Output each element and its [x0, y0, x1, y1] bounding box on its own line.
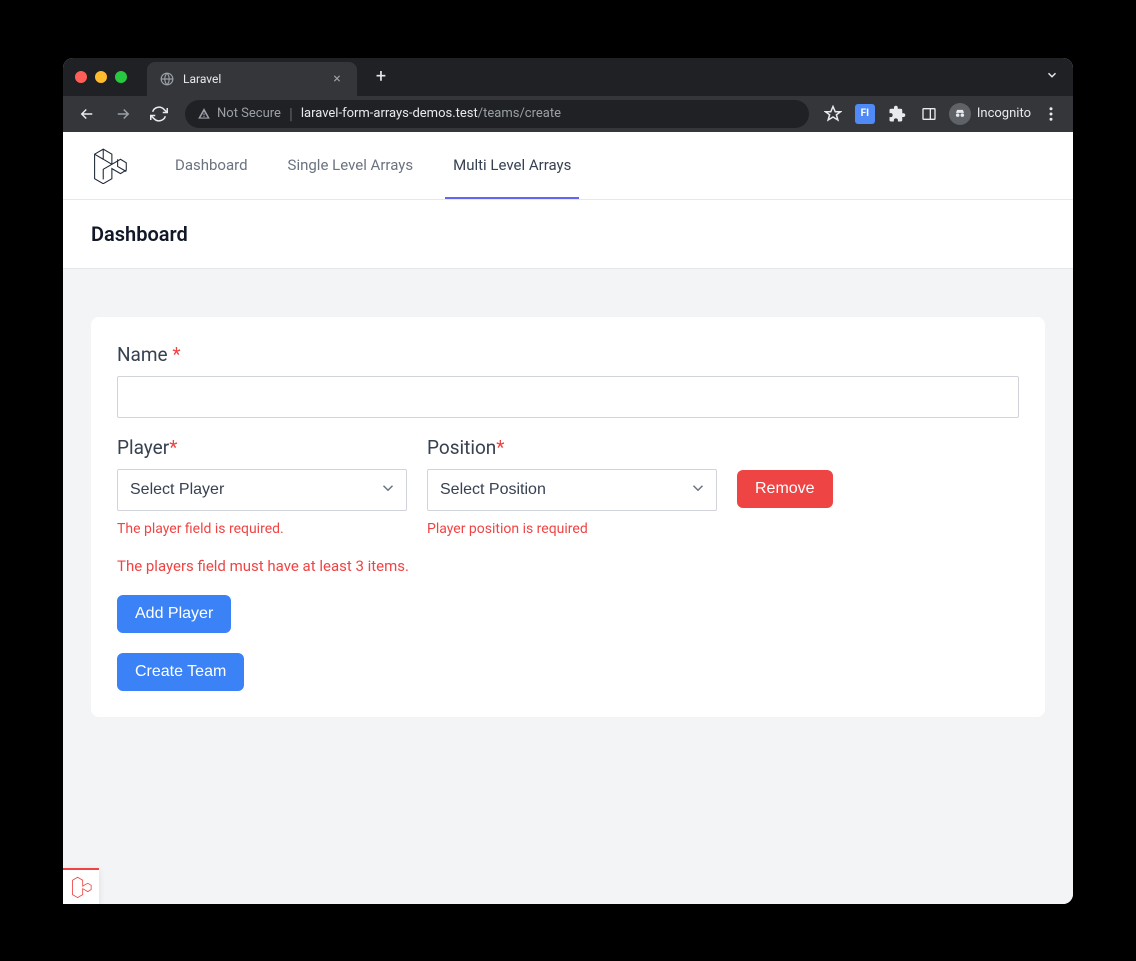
- nav-dashboard[interactable]: Dashboard: [159, 132, 264, 200]
- position-label: Position*: [427, 436, 717, 459]
- add-player-button[interactable]: Add Player: [117, 595, 231, 633]
- traffic-lights: [75, 71, 127, 83]
- browser-toolbar: Not Secure | laravel-form-arrays-demos.t…: [63, 96, 1073, 132]
- menu-button[interactable]: [1039, 102, 1063, 126]
- players-count-error: The players field must have at least 3 i…: [117, 557, 1019, 575]
- address-bar[interactable]: Not Secure | laravel-form-arrays-demos.t…: [185, 100, 809, 128]
- laravel-debug-badge[interactable]: [63, 868, 99, 904]
- page-content: Dashboard Single Level Arrays Multi Leve…: [63, 132, 1073, 904]
- remove-button[interactable]: Remove: [737, 470, 833, 508]
- url-text: laravel-form-arrays-demos.test/teams/cre…: [301, 106, 561, 121]
- player-col: Player* Select Player The player field i…: [117, 436, 407, 537]
- position-error: Player position is required: [427, 521, 717, 537]
- position-select[interactable]: Select Position: [427, 469, 717, 511]
- browser-window: Laravel × + Not Secure | laravel-form-ar…: [63, 58, 1073, 904]
- toolbar-right: FI Incognito: [821, 102, 1063, 126]
- required-indicator: *: [169, 436, 177, 459]
- position-col: Position* Select Position Player positio…: [427, 436, 717, 537]
- url-path: /teams/create: [478, 106, 561, 121]
- create-team-button[interactable]: Create Team: [117, 653, 244, 691]
- close-window-button[interactable]: [75, 71, 87, 83]
- extension-button[interactable]: FI: [853, 102, 877, 126]
- player-error: The player field is required.: [117, 521, 407, 537]
- name-input[interactable]: [117, 376, 1019, 418]
- incognito-indicator[interactable]: Incognito: [949, 103, 1031, 125]
- url-host: laravel-form-arrays-demos.test: [301, 106, 478, 121]
- reload-button[interactable]: [145, 100, 173, 128]
- player-select[interactable]: Select Player: [117, 469, 407, 511]
- browser-tab[interactable]: Laravel ×: [147, 62, 357, 96]
- player-row: Player* Select Player The player field i…: [117, 436, 1019, 537]
- not-secure-label: Not Secure: [217, 106, 281, 121]
- tabs-overflow-button[interactable]: [1045, 68, 1059, 85]
- titlebar: Laravel × +: [63, 58, 1073, 96]
- minimize-window-button[interactable]: [95, 71, 107, 83]
- page-body: Name * Player* Select Player: [63, 269, 1073, 765]
- required-indicator: *: [172, 343, 180, 366]
- laravel-logo-icon[interactable]: [91, 147, 127, 183]
- globe-icon: [159, 71, 175, 87]
- name-label: Name *: [117, 343, 1019, 366]
- nav-single-level[interactable]: Single Level Arrays: [272, 132, 430, 200]
- extension-badge: FI: [855, 104, 875, 124]
- back-button[interactable]: [73, 100, 101, 128]
- player-label: Player*: [117, 436, 407, 459]
- security-warning: Not Secure: [197, 106, 281, 121]
- app-nav: Dashboard Single Level Arrays Multi Leve…: [63, 132, 1073, 200]
- required-indicator: *: [496, 436, 504, 459]
- maximize-window-button[interactable]: [115, 71, 127, 83]
- extensions-menu-button[interactable]: [885, 102, 909, 126]
- close-tab-button[interactable]: ×: [329, 71, 345, 87]
- forward-button[interactable]: [109, 100, 137, 128]
- incognito-icon: [949, 103, 971, 125]
- form-card: Name * Player* Select Player: [91, 317, 1045, 717]
- remove-col: Remove: [737, 436, 833, 508]
- incognito-label: Incognito: [977, 106, 1031, 121]
- page-header: Dashboard: [63, 200, 1073, 269]
- nav-multi-level[interactable]: Multi Level Arrays: [437, 132, 587, 200]
- panel-button[interactable]: [917, 102, 941, 126]
- page-title: Dashboard: [91, 222, 1045, 246]
- bookmark-button[interactable]: [821, 102, 845, 126]
- new-tab-button[interactable]: +: [367, 63, 395, 91]
- url-separator: |: [289, 104, 293, 123]
- tab-title: Laravel: [183, 72, 321, 86]
